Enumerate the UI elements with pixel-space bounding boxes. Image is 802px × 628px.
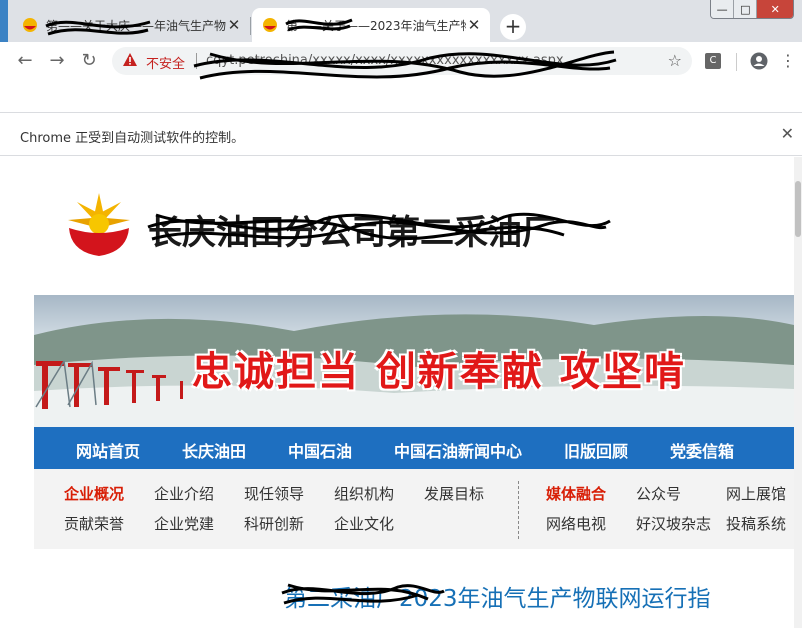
page-viewport: 长庆油田分公司第二采油厂 忠诚担当 创新奉献 攻坚啃 网站首页 长庆油田 中国石… bbox=[0, 157, 802, 628]
submenu-link[interactable]: 现任领导 bbox=[244, 483, 304, 504]
submenu-heading-media[interactable]: 媒体融合 bbox=[546, 483, 606, 504]
security-status[interactable]: 不安全 bbox=[146, 53, 185, 72]
maximize-button[interactable]: □ bbox=[733, 0, 757, 18]
submenu-link[interactable]: 发展目标 bbox=[424, 483, 484, 504]
submenu-link[interactable]: 投稿系统 bbox=[726, 513, 786, 534]
address-bar[interactable]: 不安全 cqyt.petrochina/xxxxx/xxxx/xxxxxxxxx… bbox=[112, 47, 692, 75]
window-controls: — □ ✕ bbox=[710, 0, 794, 19]
tab-title: 第——关于大庆——年油气生产物联网运行 bbox=[46, 19, 226, 33]
submenu-link[interactable]: 科研创新 bbox=[244, 513, 304, 534]
browser-tab-2[interactable]: 第——关于——2023年油气生产物联网运行 ✕ bbox=[252, 8, 490, 42]
window-close-button[interactable]: ✕ bbox=[756, 0, 793, 18]
submenu-link[interactable]: 组织机构 bbox=[334, 483, 394, 504]
submenu-link[interactable]: 企业介绍 bbox=[154, 483, 214, 504]
back-arrow-icon[interactable]: ← bbox=[14, 51, 36, 73]
url-text[interactable]: cqyt.petrochina/xxxxx/xxxx/xxxxxxxxxxxxx… bbox=[206, 53, 646, 68]
submenu-link[interactable]: 好汉坡杂志 bbox=[636, 513, 711, 534]
tab-separator bbox=[250, 17, 251, 35]
submenu-link[interactable]: 网络电视 bbox=[546, 513, 606, 534]
close-infobar-icon[interactable]: ✕ bbox=[781, 124, 794, 143]
automation-infobar: Chrome 正受到自动测试软件的控制。 ✕ bbox=[0, 112, 802, 156]
hero-banner: 忠诚担当 创新奉献 攻坚啃 bbox=[34, 295, 794, 427]
petrochina-logo[interactable] bbox=[66, 191, 132, 257]
nav-item-changqing[interactable]: 长庆油田 bbox=[182, 438, 246, 462]
sub-menu: 企业概况 企业介绍 现任领导 组织机构 发展目标 贡献荣誉 企业党建 科研创新 … bbox=[34, 469, 794, 549]
extension-icon[interactable]: C bbox=[705, 53, 721, 69]
browser-toolbar: ← → ↻ 不安全 cqyt.petrochina/xxxxx/xxxx/xxx… bbox=[0, 42, 802, 80]
kebab-menu-icon[interactable]: ⋮ bbox=[780, 50, 796, 72]
petrochina-favicon bbox=[23, 18, 37, 32]
submenu-link[interactable]: 企业文化 bbox=[334, 513, 394, 534]
submenu-link[interactable]: 网上展馆 bbox=[726, 483, 786, 504]
nav-item-old-version[interactable]: 旧版回顾 bbox=[564, 438, 628, 462]
submenu-heading-overview[interactable]: 企业概况 bbox=[64, 483, 124, 504]
submenu-link[interactable]: 贡献荣誉 bbox=[64, 513, 124, 534]
scrollbar-thumb[interactable] bbox=[795, 181, 801, 237]
nav-item-mailbox[interactable]: 党委信箱 bbox=[670, 438, 734, 462]
submenu-link[interactable]: 企业党建 bbox=[154, 513, 214, 534]
automation-notice: Chrome 正受到自动测试软件的控制。 bbox=[20, 131, 245, 146]
petrochina-favicon bbox=[263, 18, 277, 32]
forward-arrow-icon[interactable]: → bbox=[46, 51, 68, 73]
minimize-button[interactable]: — bbox=[711, 0, 734, 18]
bookmark-star-icon[interactable]: ☆ bbox=[668, 51, 682, 70]
banner-slogan: 忠诚担当 创新奉献 攻坚啃 bbox=[192, 348, 686, 395]
article-title[interactable]: 第二采油厂2023年油气生产物联网运行指 bbox=[284, 579, 711, 613]
browser-titlebar: 第——关于大庆——年油气生产物联网运行 ✕ 第——关于——2023年油气生产物联… bbox=[0, 0, 802, 42]
address-separator bbox=[196, 53, 197, 69]
nav-item-cnpc[interactable]: 中国石油 bbox=[288, 438, 352, 462]
toolbar-separator bbox=[736, 53, 737, 71]
warning-icon[interactable] bbox=[122, 52, 138, 68]
nav-item-home[interactable]: 网站首页 bbox=[76, 438, 140, 462]
new-tab-button[interactable]: + bbox=[500, 14, 526, 40]
desktop-edge bbox=[0, 0, 8, 42]
close-tab-icon[interactable]: ✕ bbox=[224, 15, 244, 35]
company-name: 长庆油田分公司第二采油厂 bbox=[148, 213, 556, 253]
web-page: 长庆油田分公司第二采油厂 忠诚担当 创新奉献 攻坚啃 网站首页 长庆油田 中国石… bbox=[8, 157, 794, 628]
main-nav: 网站首页 长庆油田 中国石油 中国石油新闻中心 旧版回顾 党委信箱 bbox=[34, 427, 794, 469]
submenu-divider bbox=[518, 481, 519, 539]
reload-icon[interactable]: ↻ bbox=[78, 51, 100, 73]
close-tab-icon[interactable]: ✕ bbox=[464, 15, 484, 35]
account-icon[interactable] bbox=[750, 52, 768, 70]
browser-tab-1[interactable]: 第——关于大庆——年油气生产物联网运行 ✕ bbox=[12, 8, 250, 42]
nav-item-news-center[interactable]: 中国石油新闻中心 bbox=[394, 438, 522, 462]
tab-title: 第——关于——2023年油气生产物联网运行 bbox=[286, 19, 466, 33]
page-scrollbar[interactable] bbox=[794, 157, 802, 628]
submenu-link[interactable]: 公众号 bbox=[636, 483, 681, 504]
